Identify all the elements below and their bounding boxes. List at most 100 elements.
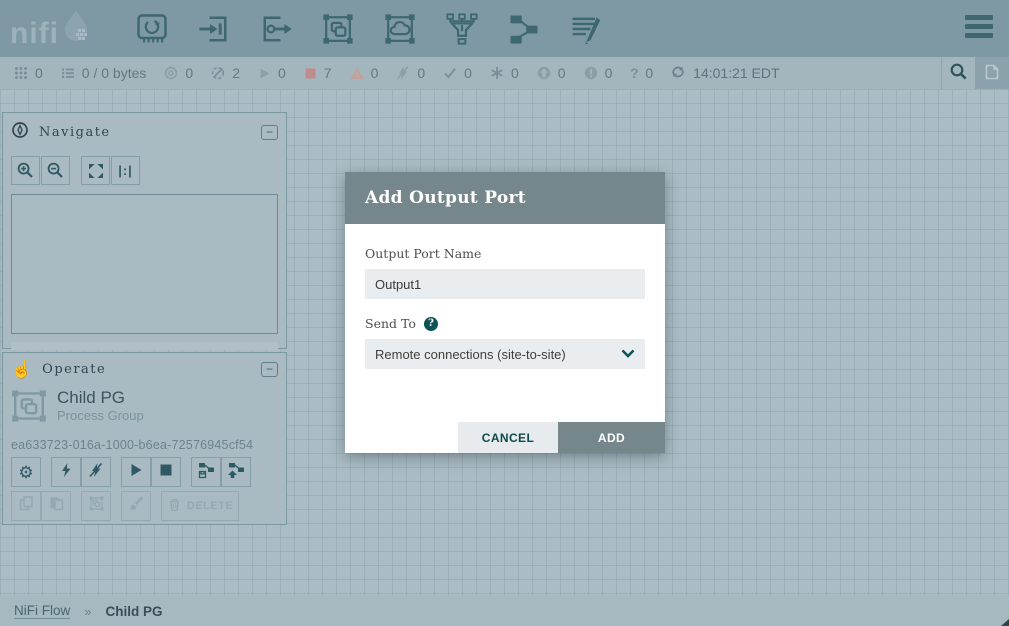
start-button[interactable] [121, 457, 151, 487]
locally-modified-stale-icon [583, 65, 599, 81]
zoom-in-button[interactable] [11, 156, 40, 185]
upload-template-icon [227, 461, 245, 484]
breadcrumb-current: Child PG [105, 604, 162, 619]
chevron-down-icon [621, 345, 635, 363]
remote-process-group-icon[interactable] [382, 11, 418, 47]
disabled-count: 0 [417, 65, 425, 81]
locally-modified-icon [489, 65, 505, 81]
invalid-icon [349, 65, 365, 81]
status-up-to-date: 0 [442, 65, 472, 81]
help-icon[interactable]: ? [424, 317, 438, 331]
status-active-threads: 0 [13, 65, 43, 81]
zoom-actual-size-button[interactable]: |:| [111, 156, 140, 185]
up-to-date-count: 0 [464, 65, 472, 81]
output-port-name-label: Output Port Name [365, 246, 645, 261]
paste-icon [48, 495, 65, 517]
funnel-icon[interactable] [444, 11, 480, 47]
transmitting-count: 0 [185, 65, 193, 81]
output-port-icon[interactable] [258, 11, 294, 47]
sync-failure-icon: ? [629, 65, 639, 81]
stop-button[interactable] [151, 457, 181, 487]
bulletin-board-button[interactable] [975, 57, 1009, 89]
zoom-fit-button[interactable] [81, 156, 110, 185]
birdseye-brush [11, 342, 278, 350]
not-transmitting-icon [210, 65, 226, 81]
configure-button[interactable]: ⚙ [11, 457, 41, 487]
status-transmitting: 0 [163, 65, 193, 81]
nifi-drop-icon [61, 9, 91, 48]
birdseye-minimap[interactable] [11, 194, 278, 334]
bolt-slash-icon [88, 462, 104, 483]
breadcrumb-separator: » [84, 604, 91, 619]
input-port-icon[interactable] [196, 11, 232, 47]
enable-button[interactable] [51, 457, 81, 487]
running-icon [257, 66, 272, 81]
add-button[interactable]: ADD [558, 422, 665, 453]
not-transmitting-count: 2 [232, 65, 240, 81]
label-icon[interactable] [568, 11, 604, 47]
send-to-dropdown[interactable]: Remote connections (site-to-site) [365, 339, 645, 369]
sync-failure-count: 0 [645, 65, 653, 81]
active-threads-icon [13, 65, 29, 81]
component-id: ea633723-016a-1000-b6ea-72576945cf54 [3, 429, 286, 452]
status-sync-failure: ? 0 [629, 65, 653, 81]
status-stopped: 7 [303, 65, 332, 81]
refresh-icon[interactable] [670, 64, 686, 83]
disabled-icon [395, 65, 411, 81]
compass-icon [11, 121, 29, 144]
operate-panel: ☝ Operate − Child PG Process Group ea633… [2, 352, 287, 525]
search-button[interactable] [941, 57, 975, 89]
process-group-icon[interactable] [320, 11, 356, 47]
status-locally-modified-stale: 0 [583, 65, 613, 81]
create-template-button[interactable] [191, 457, 221, 487]
group-icon [88, 495, 105, 517]
copy-button [11, 491, 41, 521]
upload-template-button[interactable] [221, 457, 251, 487]
cancel-button[interactable]: CANCEL [458, 422, 558, 453]
stopped-count: 7 [324, 65, 332, 81]
navigate-panel: Navigate − |:| [2, 112, 287, 349]
processor-icon[interactable] [134, 11, 170, 47]
breadcrumb: NiFi Flow » Child PG [0, 596, 1009, 626]
play-icon [128, 462, 144, 483]
trash-icon [167, 497, 182, 515]
zoom-out-button[interactable] [41, 156, 70, 185]
delete-label: DELETE [187, 500, 233, 512]
group-button [81, 491, 111, 521]
one-to-one-icon: |:| [118, 163, 133, 178]
status-stale: 0 [536, 65, 566, 81]
status-invalid: 0 [349, 65, 379, 81]
operate-title: Operate [42, 362, 261, 377]
navigate-title: Navigate [39, 125, 261, 140]
global-menu-icon[interactable] [965, 15, 993, 42]
stopped-icon [303, 66, 318, 81]
bulletin-icon [983, 63, 1001, 84]
queued-icon [60, 65, 76, 81]
locally-modified-stale-count: 0 [605, 65, 613, 81]
navigate-collapse-icon[interactable]: − [261, 125, 278, 140]
locally-modified-count: 0 [511, 65, 519, 81]
add-output-port-dialog: Add Output Port Output Port Name Send To… [345, 172, 665, 453]
component-name: Child PG [57, 388, 144, 408]
operate-collapse-icon[interactable]: − [261, 362, 278, 377]
gear-icon: ⚙ [18, 464, 33, 481]
status-bar: 0 0 / 0 bytes 0 [0, 57, 1009, 89]
template-icon[interactable] [506, 11, 542, 47]
disable-button[interactable] [81, 457, 111, 487]
stop-icon [158, 462, 174, 483]
breadcrumb-root-link[interactable]: NiFi Flow [14, 603, 70, 619]
process-group-badge-icon [9, 388, 49, 429]
status-not-transmitting: 2 [210, 65, 240, 81]
transmitting-icon [163, 65, 179, 81]
status-queued: 0 / 0 bytes [60, 65, 147, 81]
running-count: 0 [278, 65, 286, 81]
dialog-title: Add Output Port [365, 188, 526, 208]
invalid-count: 0 [371, 65, 379, 81]
component-toolbar [134, 11, 604, 47]
stale-icon [536, 65, 552, 81]
delete-button: DELETE [161, 491, 239, 521]
status-locally-modified: 0 [489, 65, 519, 81]
output-port-name-input[interactable] [365, 269, 645, 299]
paste-button [41, 491, 71, 521]
nifi-logo: nifi [10, 9, 112, 48]
